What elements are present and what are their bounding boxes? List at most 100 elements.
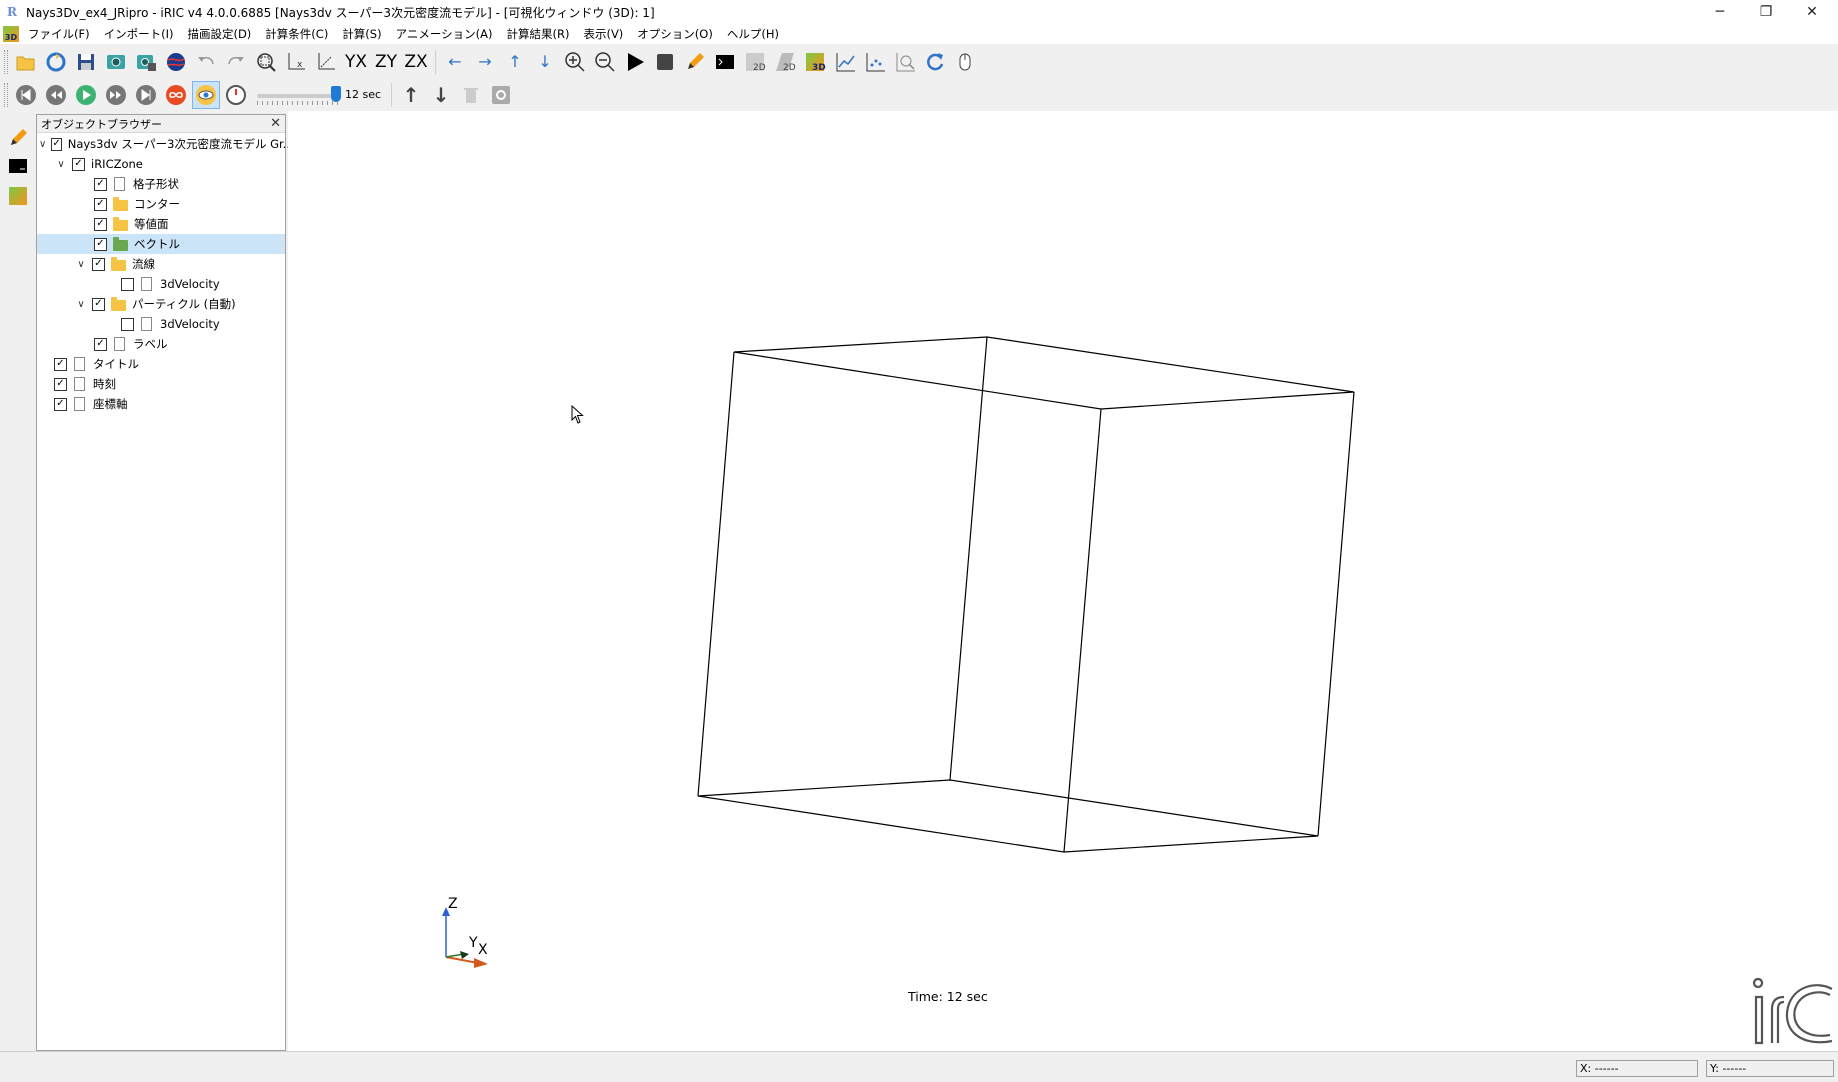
play-animation-button[interactable] (72, 81, 100, 109)
menu-animation[interactable]: アニメーション(A) (391, 26, 502, 42)
tree-node-particles-3dvelocity[interactable]: 3dVelocity (37, 314, 285, 334)
graph-window-button[interactable] (831, 48, 859, 76)
mouse-hint-button[interactable] (951, 48, 979, 76)
google-earth-button[interactable] (162, 48, 190, 76)
new-2d-window-button[interactable]: 2D (741, 48, 769, 76)
expand-toggle[interactable]: ∨ (75, 298, 87, 310)
tree-node-iriczone[interactable]: ∨ ✓ iRICZone (37, 154, 285, 174)
tree-node-particles-auto[interactable]: ∨ ✓ パーティクル (自動) (37, 294, 285, 314)
properties-button[interactable] (487, 81, 515, 109)
move-up-layer-button[interactable]: ↑ (397, 81, 425, 109)
toolbar-grip[interactable] (4, 82, 8, 107)
tree-node-grid-shape[interactable]: ✓ 格子形状 (37, 174, 285, 194)
open-folder-button[interactable] (12, 48, 40, 76)
pre-processor-shortcut[interactable] (4, 124, 32, 152)
tree-checkbox[interactable]: ✓ (54, 357, 67, 371)
step-forward-button[interactable] (102, 81, 130, 109)
tree-checkbox[interactable]: ✓ (92, 257, 105, 271)
zoom-fit-button[interactable] (252, 48, 280, 76)
first-step-button[interactable] (12, 81, 40, 109)
menu-simulation[interactable]: 計算(S) (337, 26, 390, 42)
menu-options[interactable]: オプション(O) (632, 26, 722, 42)
close-button[interactable]: ✕ (1789, 0, 1835, 24)
axis-x-button[interactable]: x (282, 48, 310, 76)
reset-rotation-button[interactable] (921, 48, 949, 76)
tree-checkbox[interactable] (121, 317, 134, 331)
tree-checkbox[interactable] (121, 277, 134, 291)
timer-button[interactable] (222, 81, 250, 109)
tree-node-streamline[interactable]: ∨ ✓ 流線 (37, 254, 285, 274)
menu-draw-settings[interactable]: 描画設定(D) (182, 26, 260, 42)
view-zy-button[interactable]: ZY (372, 48, 400, 76)
menu-import[interactable]: インポート(I) (99, 26, 183, 42)
step-back-button[interactable] (42, 81, 70, 109)
tree-node-contour[interactable]: ✓ コンター (37, 194, 285, 214)
console-shortcut[interactable] (4, 152, 32, 180)
solver-console-button[interactable] (711, 48, 739, 76)
scattered-chart-button[interactable] (861, 48, 889, 76)
new-3d-window-button[interactable]: 3D (801, 48, 829, 76)
zoom-rect-button[interactable] (891, 48, 919, 76)
time-step-slider[interactable] (257, 81, 341, 109)
slider-thumb[interactable] (331, 85, 341, 102)
zoom-in-button[interactable] (561, 48, 589, 76)
pre-processor-button[interactable] (681, 48, 709, 76)
object-browser-close-button[interactable]: ✕ (270, 116, 281, 131)
snapshot-button[interactable] (102, 48, 130, 76)
menu-help[interactable]: ヘルプ(H) (722, 26, 788, 42)
expand-toggle[interactable]: ∨ (55, 158, 67, 170)
last-step-button[interactable] (132, 81, 160, 109)
tree-checkbox[interactable]: ✓ (94, 177, 107, 191)
tree-node-title[interactable]: ✓ タイトル (37, 354, 285, 374)
3d-visualization-viewport[interactable]: Z Y X Time: 12 sec (288, 111, 1838, 1051)
continuous-snapshot-button[interactable] (132, 48, 160, 76)
menu-view[interactable]: 表示(V) (578, 26, 632, 42)
new-2d-bird-window-button[interactable]: 2D (771, 48, 799, 76)
move-down-layer-button[interactable]: ↓ (427, 81, 455, 109)
expand-toggle[interactable]: ∨ (39, 138, 46, 150)
move-up-button[interactable]: ↑ (501, 48, 529, 76)
tree-node-time[interactable]: ✓ 時刻 (37, 374, 285, 394)
tree-node-vector[interactable]: ✓ ベクトル (37, 234, 285, 254)
tree-checkbox[interactable]: ✓ (94, 337, 107, 351)
expand-toggle[interactable]: ∨ (75, 258, 87, 270)
tree-node-solver[interactable]: ∨ ✓ Nays3dv スーパー3次元密度流モデル Gr... (37, 134, 294, 154)
menu-calc-conditions[interactable]: 計算条件(C) (260, 26, 337, 42)
3d-window-shortcut[interactable] (4, 182, 32, 210)
redo-button[interactable] (222, 48, 250, 76)
restore-button[interactable]: ❐ (1743, 0, 1789, 24)
menu-results[interactable]: 計算結果(R) (501, 26, 578, 42)
tree-node-streamline-3dvelocity[interactable]: 3dVelocity (37, 274, 285, 294)
iric-app-icon[interactable]: R (4, 4, 20, 20)
save-button[interactable] (72, 48, 100, 76)
reload-button[interactable] (42, 48, 70, 76)
tree-checkbox[interactable]: ✓ (51, 137, 62, 151)
tree-node-axes[interactable]: ✓ 座標軸 (37, 394, 285, 414)
tree-checkbox[interactable]: ✓ (54, 377, 67, 391)
minimize-button[interactable]: ─ (1697, 0, 1743, 24)
view-zx-button[interactable]: ZX (402, 48, 430, 76)
mdi-window-icon[interactable]: 3D (3, 26, 19, 42)
tree-node-isosurface[interactable]: ✓ 等値面 (37, 214, 285, 234)
move-left-button[interactable]: ← (441, 48, 469, 76)
move-right-button[interactable]: → (471, 48, 499, 76)
delete-button[interactable] (457, 81, 485, 109)
menu-file[interactable]: ファイル(F) (23, 26, 99, 42)
tree-checkbox[interactable]: ✓ (94, 237, 107, 251)
tree-checkbox[interactable]: ✓ (72, 157, 85, 171)
zoom-out-button[interactable] (591, 48, 619, 76)
toolbar-grip[interactable] (4, 49, 8, 74)
tree-checkbox[interactable]: ✓ (54, 397, 67, 411)
undo-button[interactable] (192, 48, 220, 76)
loop-button[interactable] (162, 81, 190, 109)
axis-rotate-button[interactable] (312, 48, 340, 76)
tree-checkbox[interactable]: ✓ (94, 217, 107, 231)
tree-checkbox[interactable]: ✓ (94, 197, 107, 211)
run-button[interactable] (621, 48, 649, 76)
follow-step-button[interactable] (192, 80, 220, 109)
stop-button[interactable] (651, 48, 679, 76)
tree-checkbox[interactable]: ✓ (92, 297, 105, 311)
view-yx-button[interactable]: YX (342, 48, 370, 76)
tree-node-label[interactable]: ✓ ラベル (37, 334, 285, 354)
move-down-button[interactable]: ↓ (531, 48, 559, 76)
